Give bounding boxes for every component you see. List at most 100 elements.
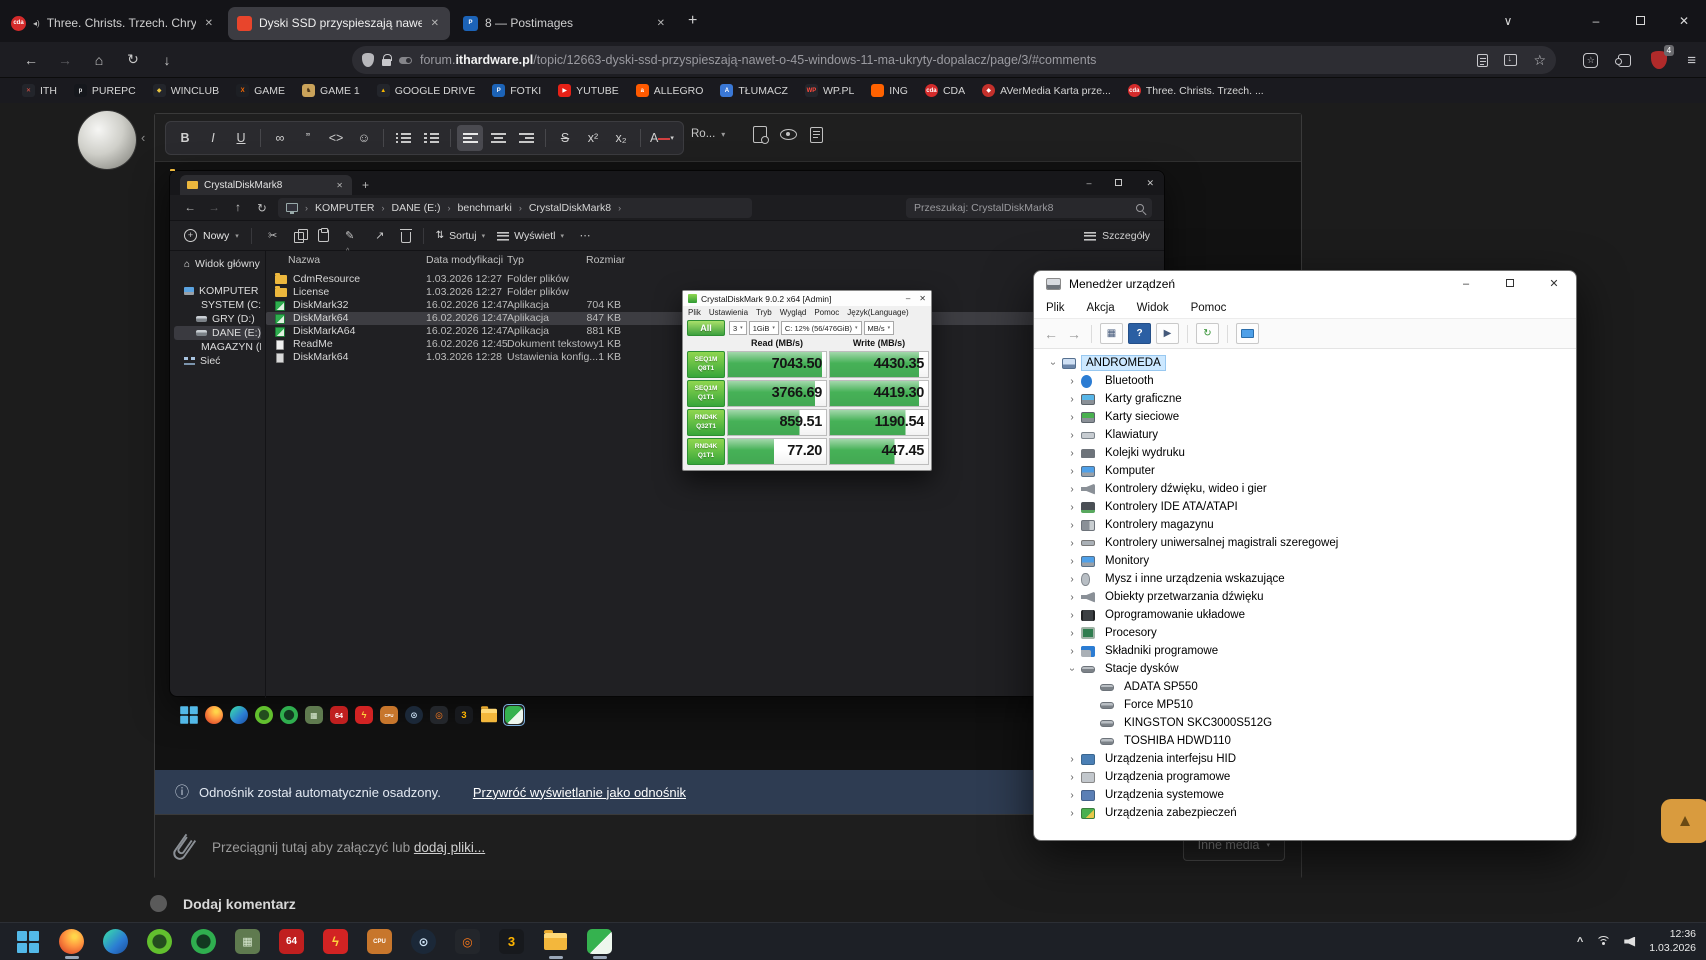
extensions-star-icon[interactable]: ☆ <box>1583 52 1599 68</box>
cdm-test-label[interactable]: SEQ1M Q1T1 <box>687 380 725 407</box>
device-tree-item[interactable]: › Oprogramowanie układowe <box>1036 606 1574 624</box>
tree-chevron-icon[interactable]: › <box>1065 808 1079 819</box>
device-tree-item[interactable]: › Karty sieciowe <box>1036 408 1574 426</box>
cdm-menu-item[interactable]: Tryb <box>756 308 772 317</box>
sidebar-item-komputer[interactable]: KOMPUTER <box>174 284 261 298</box>
column-header[interactable]: Nazwa <box>288 254 320 266</box>
user-avatar[interactable] <box>78 111 136 169</box>
tree-chevron-icon[interactable]: › <box>1065 484 1079 495</box>
copy-icon[interactable] <box>293 229 308 243</box>
browser-tab[interactable]: cda ◂) Three. Christs. Trzech. Chrys ✕ <box>2 7 224 40</box>
superscript-button[interactable]: x² <box>580 125 606 151</box>
details-button[interactable]: Szczegóły <box>1084 230 1150 242</box>
devmgr-menu-pomoc[interactable]: Pomoc <box>1191 302 1227 314</box>
device-tree-item[interactable]: › Klawiatury <box>1036 426 1574 444</box>
cdm-menu-item[interactable]: Wygląd <box>780 308 807 317</box>
device-tree-item[interactable]: KINGSTON SKC3000S512G <box>1036 714 1574 732</box>
breadcrumb[interactable]: › KOMPUTER › DANE (E:) › benchmarki › CrystalDi… <box>278 197 752 218</box>
bold-button[interactable]: B <box>172 125 198 151</box>
tree-chevron-icon[interactable]: › <box>1065 592 1079 603</box>
volume-icon[interactable] <box>1624 936 1636 947</box>
taskbar-icon-green-player-1[interactable] <box>146 927 173 957</box>
device-tree-item[interactable]: TOSHIBA HDWD110 <box>1036 732 1574 750</box>
taskbar-icon-kombustor[interactable]: ◎ <box>454 927 481 957</box>
explorer-search-input[interactable]: Przeszukaj: CrystalDiskMark8 <box>906 197 1152 218</box>
devmgr-properties-icon[interactable]: ▦ <box>1100 323 1123 344</box>
cdm-selector[interactable]: C: 12% (56/476GiB) ▾ <box>780 321 862 335</box>
cdm-menu-item[interactable]: Plik <box>688 308 701 317</box>
bookmark-item[interactable]: ◆ WINCLUB <box>152 84 219 97</box>
cdm-minimize-button[interactable]: – <box>906 294 910 303</box>
breadcrumb-item[interactable]: KOMPUTER <box>315 202 375 214</box>
taskbar-icon-file-explorer[interactable] <box>542 927 569 959</box>
align-left-button[interactable] <box>457 125 483 151</box>
taskbar-icon-crystaldiskmark[interactable] <box>586 927 613 959</box>
taskbar-icon-firefox[interactable] <box>58 927 85 959</box>
device-tree-item[interactable]: › Procesory <box>1036 624 1574 642</box>
devmgr-action-icon[interactable]: ▶ <box>1156 323 1179 344</box>
explorer-close-button[interactable]: ✕ <box>1146 178 1154 189</box>
more-icon[interactable]: ⋯ <box>576 229 594 242</box>
explorer-refresh-icon[interactable]: ↻ <box>254 201 270 215</box>
emoji-button[interactable]: ☺ <box>351 125 377 151</box>
url-bar[interactable]: forum.ithardware.pl/topic/12663-dyski-ss… <box>352 46 1556 74</box>
taskbar-icon-edge[interactable] <box>102 927 129 957</box>
scroll-to-top-button[interactable]: ▲ <box>1661 799 1706 843</box>
cdm-close-button[interactable]: ✕ <box>919 294 926 303</box>
tree-chevron-icon[interactable]: › <box>1065 754 1079 765</box>
sidebar-item-magazyn-f-[interactable]: MAGAZYN (F:) <box>174 340 261 354</box>
devmgr-scan-icon[interactable]: ↻ <box>1196 323 1219 344</box>
device-tree-item[interactable]: › Komputer <box>1036 462 1574 480</box>
device-tree-item[interactable]: › Mysz i inne urządzenia wskazujące <box>1036 570 1574 588</box>
bookmark-item[interactable]: ▶ YUTUBE <box>558 84 619 97</box>
devmgr-back-icon[interactable]: ← <box>1042 326 1060 342</box>
font-dropdown[interactable]: Ro... ▾ <box>691 128 725 140</box>
wifi-icon[interactable] <box>1596 936 1612 947</box>
cdm-test-label[interactable]: SEQ1M Q8T1 <box>687 351 725 378</box>
explorer-minimize-button[interactable]: – <box>1086 178 1091 188</box>
bookmark-item[interactable]: ♞ GAME 1 <box>302 84 360 97</box>
bookmark-item[interactable]: ◆ AVerMedia Karta prze... <box>982 84 1111 97</box>
taskbar-icon-lightning-tool[interactable]: ϟ <box>322 927 349 957</box>
bookmark-item[interactable]: ING <box>871 84 908 97</box>
bookmark-star-icon[interactable]: ☆ <box>1533 52 1546 69</box>
taskbar-icon-cpu-z[interactable]: CPU <box>366 927 393 957</box>
devmgr-monitor-icon[interactable] <box>1236 323 1259 344</box>
taskbar-icon-green-player-2[interactable] <box>190 927 217 957</box>
column-header[interactable]: Rozmiar <box>586 254 625 266</box>
tab-audio-icon[interactable]: ◂) <box>33 19 40 28</box>
tab-close-icon[interactable]: ✕ <box>429 16 441 31</box>
new-button[interactable]: + Nowy ▾ <box>184 229 239 242</box>
preview-icon[interactable] <box>753 126 769 144</box>
explorer-tab[interactable]: CrystalDiskMark8 ✕ <box>180 175 352 195</box>
sidebar-item-gry-d-[interactable]: GRY (D:) <box>174 312 261 326</box>
taskbar-icon-3dmark[interactable]: 3 <box>498 927 525 957</box>
cdm-test-label[interactable]: RND4K Q32T1 <box>687 409 725 436</box>
url-text[interactable]: forum.ithardware.pl/topic/12663-dyski-ss… <box>420 53 1469 67</box>
tree-chevron-icon[interactable]: › <box>1065 574 1079 585</box>
save-page-icon[interactable] <box>1504 53 1518 66</box>
breadcrumb-item[interactable]: CrystalDiskMark8 <box>529 202 611 214</box>
extensions-puzzle-icon[interactable] <box>1615 53 1632 67</box>
explorer-back-icon[interactable]: ← <box>182 202 198 214</box>
explorer-tab-close-icon[interactable]: ✕ <box>334 179 345 192</box>
devmgr-maximize-button[interactable] <box>1488 271 1532 297</box>
tree-chevron-icon[interactable]: › <box>1065 430 1079 441</box>
device-tree-item[interactable]: › Bluetooth <box>1036 372 1574 390</box>
tab-close-icon[interactable]: ✕ <box>655 16 667 31</box>
tree-chevron-icon[interactable]: › <box>1065 448 1079 459</box>
lock-icon[interactable] <box>382 53 392 66</box>
devmgr-title-bar[interactable]: Menedżer urządzeń – ✕ <box>1034 271 1576 297</box>
tray-chevron-icon[interactable]: ^ <box>1577 936 1583 948</box>
explorer-maximize-button[interactable] <box>1115 178 1123 188</box>
device-tree-item[interactable]: › Kontrolery uniwersalnej magistrali szer… <box>1036 534 1574 552</box>
device-tree-item[interactable]: › Obiekty przetwarzania dźwięku <box>1036 588 1574 606</box>
bookmark-item[interactable]: p PUREPC <box>73 84 136 97</box>
sidebar-item-dane-e-[interactable]: DANE (E:) <box>174 326 261 340</box>
column-header[interactable]: Data modyfikacji <box>426 254 503 266</box>
bookmark-item[interactable]: cda CDA <box>924 84 965 97</box>
bullet-list-button[interactable] <box>390 125 416 151</box>
permissions-icon[interactable] <box>399 56 412 64</box>
adblock-shield-icon[interactable]: 4 <box>1651 45 1675 69</box>
device-tree-item[interactable]: › Stacje dysków <box>1036 660 1574 678</box>
